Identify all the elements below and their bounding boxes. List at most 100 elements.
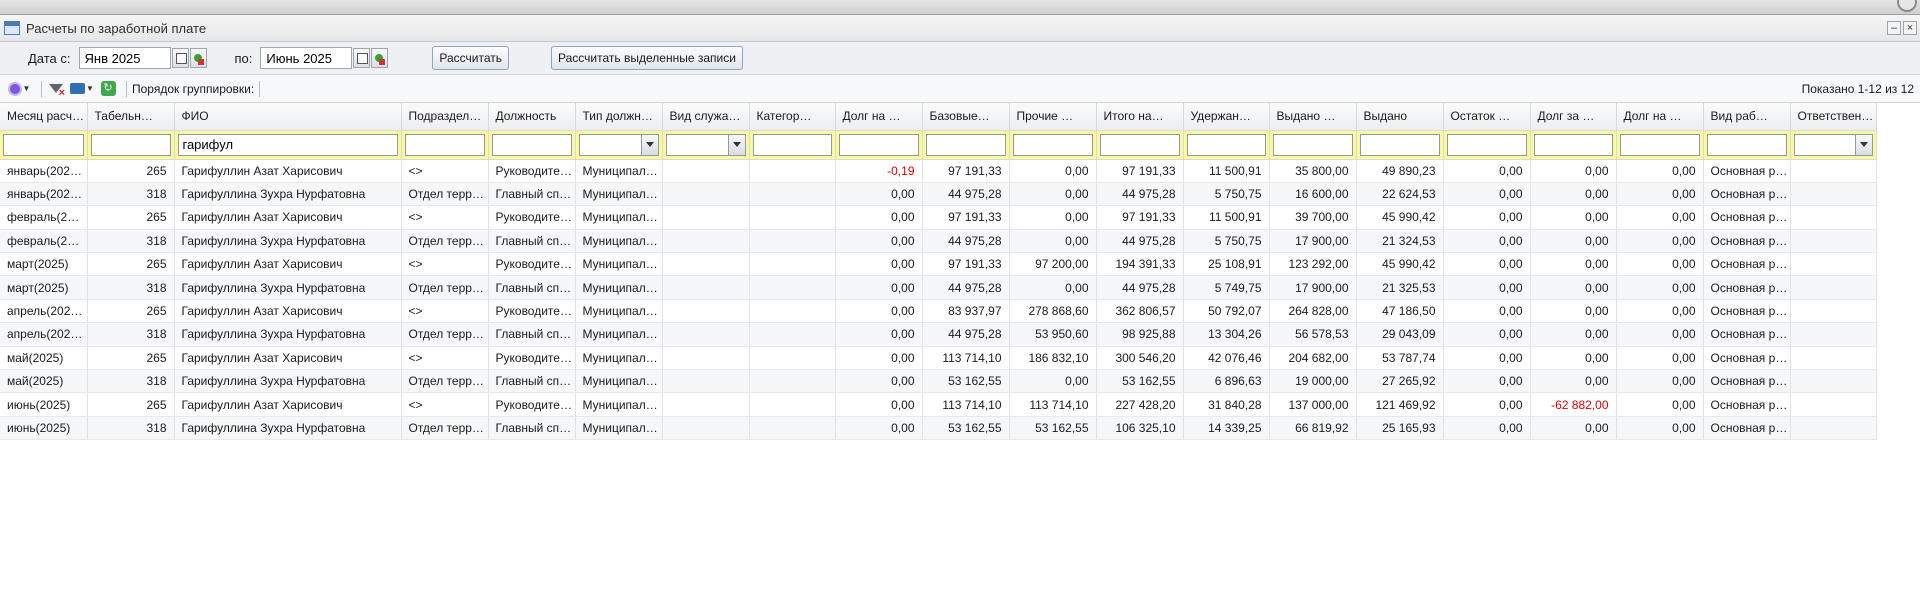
dropdown-icon[interactable] — [640, 134, 658, 155]
table-cell: июнь(2025) — [0, 392, 88, 417]
table-cell: апрель(202… — [0, 322, 88, 347]
table-row[interactable]: апрель(202… 265 Гарифуллин Азат Харисович <… — [0, 299, 1877, 324]
date-to-input[interactable] — [260, 47, 353, 69]
table-cell: 21 325,53 — [1356, 275, 1444, 300]
table-cell — [749, 205, 836, 230]
filter-input[interactable] — [177, 133, 398, 156]
grouping-order-label: Порядок группировки: — [132, 81, 255, 96]
filter-input[interactable] — [752, 133, 832, 156]
column-header[interactable]: Долг за … — [1530, 103, 1617, 131]
column-header[interactable]: Долг на … — [835, 103, 923, 131]
calendar-icon[interactable] — [171, 48, 189, 68]
table-cell: 35 800,00 — [1269, 159, 1357, 183]
table-row[interactable]: июнь(2025) 318 Гарифуллина Зухра Нурфатовн… — [0, 416, 1877, 441]
date-to-label: по: — [234, 50, 253, 66]
filter-input[interactable] — [1533, 133, 1613, 156]
column-header[interactable]: Выдано … — [1269, 103, 1357, 131]
column-header[interactable]: Остаток … — [1443, 103, 1531, 131]
table-row[interactable]: январь(202… 265 Гарифуллин Азат Харисович <… — [0, 159, 1877, 183]
table-cell: февраль(2… — [0, 205, 88, 230]
settings-icon[interactable]: ▼ — [6, 80, 32, 98]
table-cell: Муниципал… — [575, 416, 663, 441]
table-cell: 106 325,10 — [1096, 416, 1184, 441]
table-cell: 0,00 — [1530, 182, 1617, 207]
table-cell — [662, 322, 750, 347]
filter-input[interactable] — [1706, 133, 1787, 156]
column-header[interactable]: Ответствен… — [1790, 103, 1877, 131]
table-cell: 98 925,88 — [1096, 322, 1184, 347]
column-header[interactable]: Базовые… — [922, 103, 1010, 131]
column-header[interactable]: Подраздел… — [401, 103, 489, 131]
table-row[interactable]: февраль(2… 265 Гарифуллин Азат Харисович <>… — [0, 205, 1877, 230]
calculate-button[interactable]: Рассчитать — [432, 46, 510, 70]
dropdown-icon[interactable] — [727, 134, 745, 155]
column-header[interactable]: Тип должн… — [575, 103, 663, 131]
table-row[interactable]: май(2025) 265 Гарифуллин Азат Харисович <> Р… — [0, 346, 1877, 371]
refresh-icon[interactable]: ↻ — [99, 80, 117, 98]
clear-date-icon[interactable] — [371, 48, 389, 68]
column-header[interactable]: Долг на … — [1616, 103, 1704, 131]
table-row[interactable]: апрель(202… 318 Гарифуллина Зухра Нурфатов… — [0, 322, 1877, 347]
print-icon[interactable]: ▼ — [69, 80, 95, 98]
table-row[interactable]: июнь(2025) 265 Гарифуллин Азат Харисович <>… — [0, 392, 1877, 417]
filter-input[interactable] — [90, 133, 171, 156]
filter-select[interactable] — [1793, 133, 1873, 156]
table-row[interactable]: март(2025) 318 Гарифуллина Зухра Нурфатовн… — [0, 275, 1877, 300]
column-filter-cell — [1616, 130, 1704, 160]
filter-input[interactable] — [1446, 133, 1527, 156]
table-row[interactable]: февраль(2… 318 Гарифуллина Зухра Нурфатовн… — [0, 229, 1877, 254]
table-cell: Гарифуллина Зухра Нурфатовна — [174, 275, 402, 300]
table-row[interactable]: март(2025) 265 Гарифуллин Азат Харисович <>… — [0, 252, 1877, 277]
column-filter-cell — [1096, 130, 1184, 160]
filter-select[interactable] — [665, 133, 746, 156]
filter-select[interactable] — [578, 133, 659, 156]
filter-input[interactable] — [1099, 133, 1180, 156]
calendar-icon[interactable] — [353, 48, 371, 68]
column-header[interactable]: ФИО — [174, 103, 402, 131]
filter-input[interactable] — [491, 133, 572, 156]
column-header[interactable]: Месяц расч… — [0, 103, 88, 131]
filter-input[interactable] — [1186, 133, 1266, 156]
table-cell — [662, 346, 750, 371]
records-shown-label: Показано 1-12 из 12 — [1801, 81, 1914, 96]
filter-input[interactable] — [1619, 133, 1700, 156]
clear-filter-icon[interactable]: × — [47, 80, 65, 98]
column-filter-cell — [401, 130, 489, 160]
column-header[interactable]: Вид раб… — [1703, 103, 1791, 131]
clear-date-icon[interactable] — [189, 48, 207, 68]
table-cell: 0,00 — [1616, 369, 1704, 394]
close-icon[interactable]: × — [1903, 21, 1917, 35]
table-cell: Муниципал… — [575, 299, 663, 324]
column-header[interactable]: Должность — [488, 103, 576, 131]
dropdown-icon[interactable] — [1854, 134, 1872, 155]
table-cell: 17 900,00 — [1269, 229, 1357, 254]
table-row[interactable]: январь(202… 318 Гарифуллина Зухра Нурфатов… — [0, 182, 1877, 207]
table-cell: 0,00 — [1443, 416, 1531, 441]
filter-input[interactable] — [1359, 133, 1440, 156]
table-cell — [662, 229, 750, 254]
column-filter-cell — [1530, 130, 1617, 160]
table-cell: Руководите… — [488, 346, 576, 371]
filter-input[interactable] — [1012, 133, 1093, 156]
filter-input[interactable] — [1272, 133, 1353, 156]
date-from-input[interactable] — [78, 47, 171, 69]
column-header[interactable]: Удержан… — [1183, 103, 1270, 131]
column-header[interactable]: Итого на… — [1096, 103, 1184, 131]
filter-input[interactable] — [838, 133, 919, 156]
minimize-icon[interactable]: – — [1887, 21, 1901, 35]
filter-input[interactable] — [404, 133, 485, 156]
filter-input[interactable] — [3, 133, 84, 156]
column-header[interactable]: Категор… — [749, 103, 836, 131]
table-cell — [662, 159, 750, 183]
table-row[interactable]: май(2025) 318 Гарифуллина Зухра Нурфатовна… — [0, 369, 1877, 394]
calculate-selected-button[interactable]: Рассчитать выделенные записи — [551, 46, 743, 70]
column-header[interactable]: Прочие … — [1009, 103, 1097, 131]
filter-input[interactable] — [925, 133, 1006, 156]
table-cell: 123 292,00 — [1269, 252, 1357, 277]
column-header[interactable]: Вид служа… — [662, 103, 750, 131]
column-header[interactable]: Табельн… — [87, 103, 175, 131]
table-cell — [1790, 346, 1877, 371]
table-cell: май(2025) — [0, 346, 88, 371]
column-header[interactable]: Выдано — [1356, 103, 1444, 131]
table-cell: Гарифуллин Азат Харисович — [174, 159, 402, 183]
